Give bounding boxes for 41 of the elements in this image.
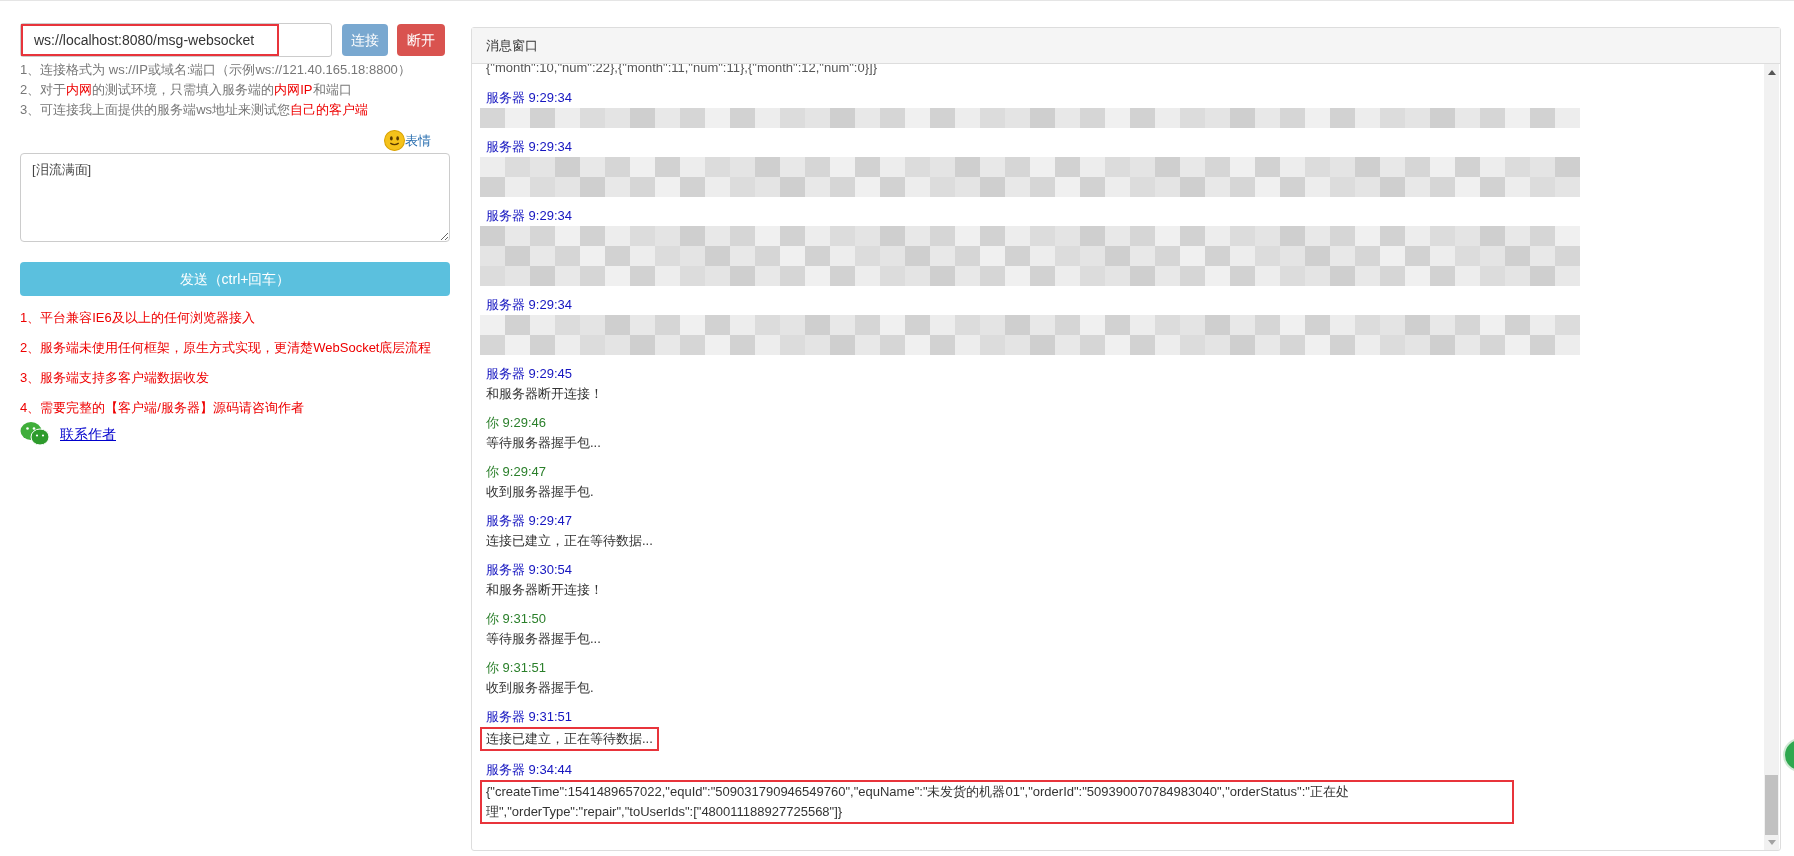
smiley-face-icon[interactable] xyxy=(384,130,405,151)
panel-title: 消息窗口 xyxy=(486,36,538,55)
message-sender-time: 服务器 9:29:45 xyxy=(486,365,573,383)
message-sender-time: 服务器 9:29:34 xyxy=(486,296,573,314)
emoji-link[interactable]: 表情 xyxy=(405,130,431,151)
message-sender-time: 服务器 9:29:34 xyxy=(486,207,573,225)
message-sender-time: 你 9:29:47 xyxy=(486,463,547,481)
message-sender-time: 服务器 9:29:34 xyxy=(486,89,573,107)
message-text: 收到服务器握手包. xyxy=(486,679,594,697)
hint-text: 3、可连接我上面提供的服务端ws地址来测试您自己的客户端 xyxy=(20,101,370,119)
message-text: 收到服务器握手包. xyxy=(486,483,594,501)
hint-text: 2、对于内网的测试环境，只需填入服务端的内网IP和端口 xyxy=(20,81,353,99)
message-text: {"createTime":1541489657022,"equId":"509031790946549760","equName":"未发货的机器01","orderId":"509390070784983040","orderStatus":"正在处理","orderType":"repair","toUserIds":["480011188927725568"]} xyxy=(480,780,1514,824)
scrollbar-thumb[interactable] xyxy=(1765,775,1778,835)
note-text: 1、平台兼容IE6及以上的任何浏览器接入 xyxy=(20,309,256,327)
message-text: 和服务器断开连接！ xyxy=(486,581,603,599)
message-sender-time: 服务器 9:31:51 xyxy=(486,708,573,726)
scroll-up-arrow-icon[interactable] xyxy=(1767,70,1776,75)
hint-text: 1、连接格式为 ws://IP或域名:端口（示例ws://121.40.165.18:8800） xyxy=(20,61,412,79)
message-sender-time: 服务器 9:29:47 xyxy=(486,512,573,530)
message-sender-time: 服务器 9:29:34 xyxy=(486,138,573,156)
message-sender-time: 你 9:31:50 xyxy=(486,610,547,628)
disconnect-button[interactable]: 断开 xyxy=(397,24,445,56)
message-sender-time: 服务器 9:34:44 xyxy=(486,761,573,779)
message-text: 和服务器断开连接！ xyxy=(486,385,603,403)
message-text: 连接已建立，正在等待数据... xyxy=(480,727,659,751)
scroll-down-arrow-icon[interactable] xyxy=(1767,840,1776,845)
message-sender-time: 你 9:29:46 xyxy=(486,414,547,432)
note-text: 2、服务端未使用任何框架，原生方式实现，更清楚WebSocket底层流程 xyxy=(20,339,433,357)
url-input-field[interactable]: ws://localhost:8080/msg-websocket xyxy=(20,23,332,57)
message-sender-time: 你 9:31:51 xyxy=(486,659,547,677)
scrollbar[interactable] xyxy=(1764,64,1779,850)
message-text: 等待服务器握手包... xyxy=(486,434,601,452)
note-text: 3、服务端支持多客户端数据收发 xyxy=(20,369,211,387)
message-text: 连接已建立，正在等待数据... xyxy=(486,532,653,550)
note-text: 4、需要完整的【客户端/服务器】源码请咨询作者 xyxy=(20,399,305,417)
message-input[interactable]: [泪流满面] xyxy=(20,153,450,242)
message-sender-time: 服务器 9:30:54 xyxy=(486,561,573,579)
contact-author-link[interactable]: 联系作者 xyxy=(60,423,116,445)
chat-bubbles-icon xyxy=(20,421,50,447)
message-text: 等待服务器握手包... xyxy=(486,630,601,648)
